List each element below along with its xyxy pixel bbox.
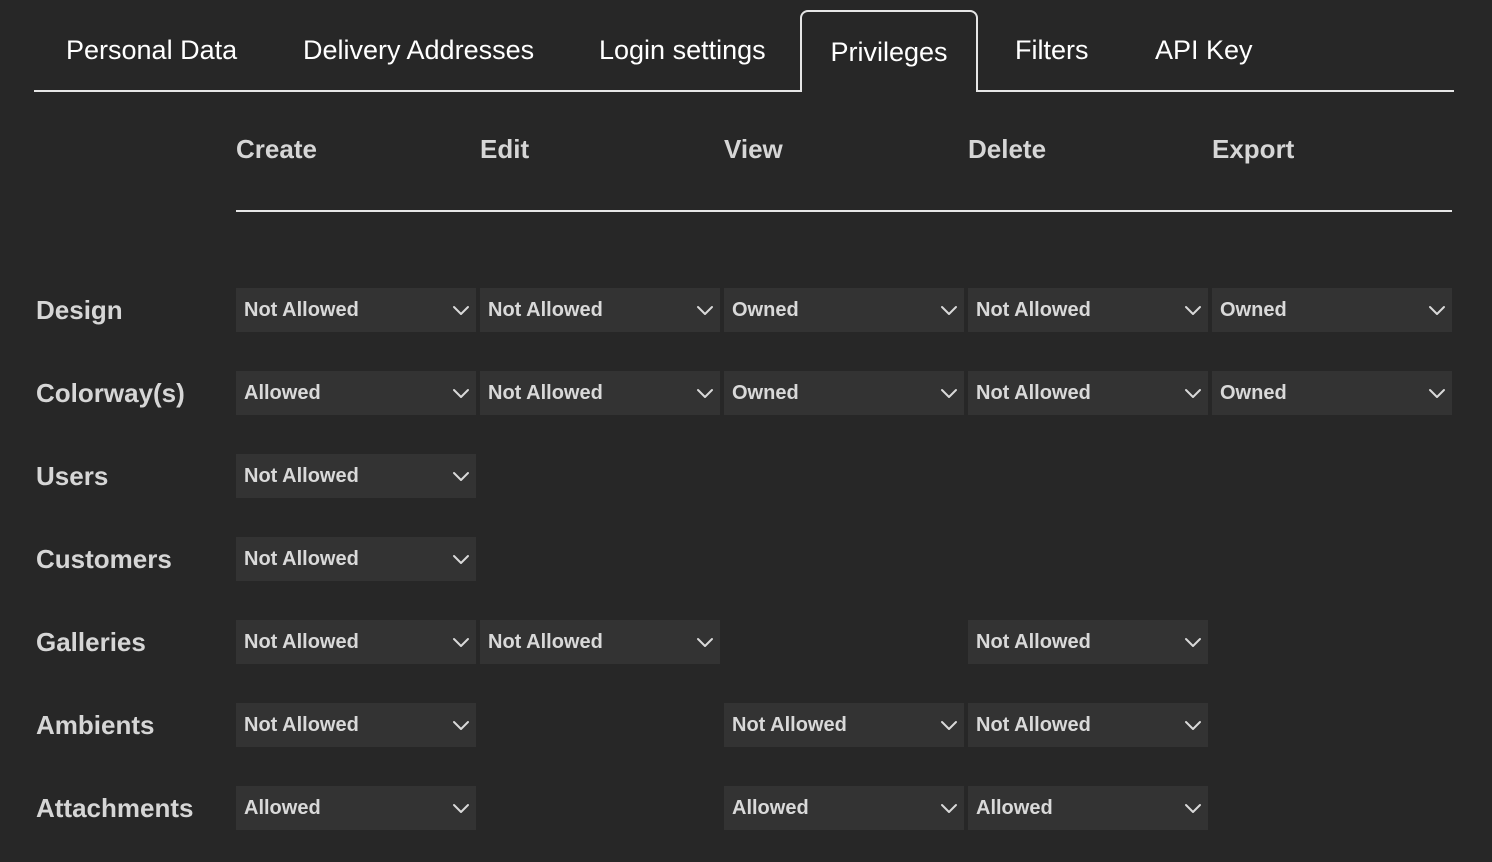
design-delete-select[interactable]: Not Allowed: [968, 288, 1208, 332]
select-value: Owned: [732, 299, 799, 321]
select-value: Not Allowed: [244, 631, 359, 653]
ambients-view-select[interactable]: Not Allowed: [724, 703, 964, 747]
select-value: Not Allowed: [976, 714, 1091, 736]
design-edit-select[interactable]: Not Allowed: [480, 288, 720, 332]
row-label-galleries: Galleries: [36, 627, 146, 657]
ambients-create-select[interactable]: Not Allowed: [236, 703, 476, 747]
chevron-down-icon: [940, 717, 958, 733]
galleries-delete-select[interactable]: Not Allowed: [968, 620, 1208, 664]
ambients-delete-select[interactable]: Not Allowed: [968, 703, 1208, 747]
select-value: Not Allowed: [976, 299, 1091, 321]
select-value: Not Allowed: [244, 465, 359, 487]
chevron-down-icon: [696, 302, 714, 318]
select-value: Allowed: [976, 797, 1053, 819]
column-header-export: Export: [1212, 134, 1295, 164]
select-value: Not Allowed: [488, 299, 603, 321]
tab-bar: Personal Data Delivery Addresses Login s…: [34, 10, 1454, 92]
chevron-down-icon: [1184, 385, 1202, 401]
chevron-down-icon: [452, 302, 470, 318]
tab-login-settings[interactable]: Login settings: [599, 10, 766, 92]
attachments-delete-select[interactable]: Allowed: [968, 786, 1208, 830]
chevron-down-icon: [452, 717, 470, 733]
select-value: Not Allowed: [244, 714, 359, 736]
select-value: Not Allowed: [732, 714, 847, 736]
chevron-down-icon: [1184, 717, 1202, 733]
header-divider: [236, 210, 1452, 212]
design-create-select[interactable]: Not Allowed: [236, 288, 476, 332]
chevron-down-icon: [696, 385, 714, 401]
column-header-edit: Edit: [480, 134, 530, 164]
row-label-design: Design: [36, 295, 123, 325]
galleries-edit-select[interactable]: Not Allowed: [480, 620, 720, 664]
chevron-down-icon: [452, 468, 470, 484]
tab-api-key[interactable]: API Key: [1155, 10, 1253, 92]
row-label-colorway-s: Colorway(s): [36, 378, 185, 408]
design-export-select[interactable]: Owned: [1212, 288, 1452, 332]
chevron-down-icon: [452, 551, 470, 567]
chevron-down-icon: [940, 385, 958, 401]
users-create-select[interactable]: Not Allowed: [236, 454, 476, 498]
chevron-down-icon: [1184, 634, 1202, 650]
select-value: Owned: [732, 382, 799, 404]
row-label-attachments: Attachments: [36, 793, 194, 823]
chevron-down-icon: [940, 302, 958, 318]
galleries-create-select[interactable]: Not Allowed: [236, 620, 476, 664]
attachments-view-select[interactable]: Allowed: [724, 786, 964, 830]
select-value: Allowed: [244, 797, 321, 819]
colorway-s-view-select[interactable]: Owned: [724, 371, 964, 415]
tab-delivery-addresses[interactable]: Delivery Addresses: [303, 10, 534, 92]
colorway-s-delete-select[interactable]: Not Allowed: [968, 371, 1208, 415]
select-value: Allowed: [244, 382, 321, 404]
chevron-down-icon: [452, 634, 470, 650]
column-header-delete: Delete: [968, 134, 1047, 164]
row-label-ambients: Ambients: [36, 710, 155, 740]
select-value: Not Allowed: [244, 299, 359, 321]
customers-create-select[interactable]: Not Allowed: [236, 537, 476, 581]
chevron-down-icon: [1428, 385, 1446, 401]
chevron-down-icon: [452, 385, 470, 401]
privileges-page: Personal Data Delivery Addresses Login s…: [0, 0, 1492, 862]
tab-privileges[interactable]: Privileges: [800, 10, 978, 92]
column-header-create: Create: [236, 134, 317, 164]
chevron-down-icon: [1184, 800, 1202, 816]
row-label-customers: Customers: [36, 544, 172, 574]
chevron-down-icon: [696, 634, 714, 650]
colorway-s-export-select[interactable]: Owned: [1212, 371, 1452, 415]
attachments-create-select[interactable]: Allowed: [236, 786, 476, 830]
select-value: Not Allowed: [976, 631, 1091, 653]
colorway-s-create-select[interactable]: Allowed: [236, 371, 476, 415]
select-value: Not Allowed: [488, 631, 603, 653]
design-view-select[interactable]: Owned: [724, 288, 964, 332]
select-value: Not Allowed: [488, 382, 603, 404]
select-value: Owned: [1220, 382, 1287, 404]
chevron-down-icon: [940, 800, 958, 816]
chevron-down-icon: [452, 800, 470, 816]
tab-personal-data[interactable]: Personal Data: [66, 10, 237, 92]
select-value: Allowed: [732, 797, 809, 819]
chevron-down-icon: [1428, 302, 1446, 318]
tab-filters[interactable]: Filters: [1015, 10, 1089, 92]
row-label-users: Users: [36, 461, 109, 491]
chevron-down-icon: [1184, 302, 1202, 318]
colorway-s-edit-select[interactable]: Not Allowed: [480, 371, 720, 415]
select-value: Owned: [1220, 299, 1287, 321]
select-value: Not Allowed: [976, 382, 1091, 404]
column-header-view: View: [724, 134, 783, 164]
select-value: Not Allowed: [244, 548, 359, 570]
